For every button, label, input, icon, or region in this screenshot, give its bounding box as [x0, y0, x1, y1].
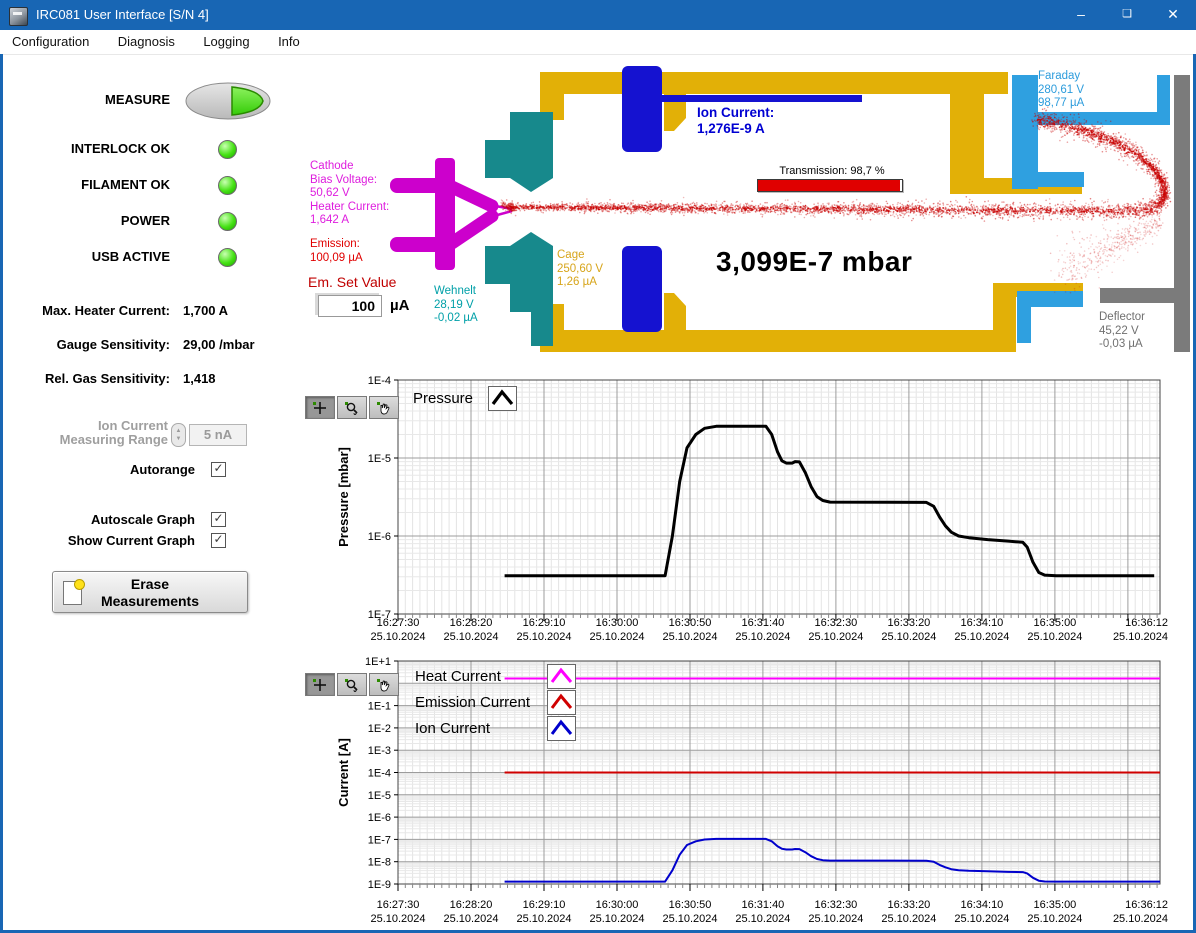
close-icon: ✕	[1167, 6, 1179, 22]
check-icon: ✓	[213, 532, 223, 546]
gauge-sensitivity-label: Gauge Sensitivity:	[0, 337, 170, 352]
measure-toggle[interactable]	[184, 81, 272, 121]
menu-item-diagnosis[interactable]: Diagnosis	[106, 30, 187, 53]
legend-item-heat-current[interactable]: Heat Current	[415, 668, 501, 685]
wehnelt-label: Wehnelt28,19 V -0,02 µA	[434, 285, 478, 326]
autorange-label: Autorange	[0, 462, 195, 477]
current-graph-palette	[305, 673, 399, 696]
legend-item-pressure[interactable]: Pressure	[413, 390, 473, 407]
hand-icon	[376, 678, 392, 692]
maximize-button[interactable]: ❏	[1104, 0, 1150, 30]
usb-active-label: USB ACTIVE	[0, 249, 170, 264]
minimize-button[interactable]: –	[1058, 0, 1104, 30]
magnifier-icon	[344, 401, 360, 415]
faraday-label: Faraday280,61 V 98,77 µA	[1038, 70, 1084, 111]
pressure-readout: 3,099E-7 mbar	[716, 246, 912, 278]
max-heater-current-label: Max. Heater Current:	[0, 303, 170, 318]
app-icon	[9, 7, 28, 26]
cathode-label: CathodeBias Voltage: 50,62 VHeater Curre…	[310, 160, 389, 228]
emission-setpoint-input[interactable]	[318, 295, 382, 317]
measuring-range-stepper: ▲ ▼	[171, 423, 186, 447]
autoscale-graph-checkbox[interactable]: ✓	[211, 512, 226, 527]
zoom-tool-button[interactable]	[337, 396, 367, 419]
deflector-label: Deflector45,22 V -0,03 µA	[1099, 311, 1145, 352]
emission-setpoint-label: Em. Set Value	[308, 276, 396, 290]
ion-current-label: Ion Current:1,276E-9 A	[697, 105, 774, 137]
gauge-schematic: CathodeBias Voltage: 50,62 VHeater Curre…	[302, 54, 1196, 375]
window-title: IRC081 User Interface [S/N 4]	[36, 7, 209, 22]
interlock-ok-label: INTERLOCK OK	[0, 141, 170, 156]
pressure-graph-palette	[305, 396, 399, 419]
crosshair-icon	[312, 678, 328, 692]
autorange-checkbox[interactable]: ✓	[211, 462, 226, 477]
pan-tool-button[interactable]	[369, 673, 399, 696]
legend-item-ion-current[interactable]: Ion Current	[415, 720, 490, 737]
pan-tool-button[interactable]	[369, 396, 399, 419]
filament-ok-led	[218, 176, 237, 195]
cage-label: Cage250,60 V 1,26 µA	[557, 249, 603, 290]
title-bar: IRC081 User Interface [S/N 4] – ❏ ✕	[0, 0, 1196, 30]
cursor-tool-button[interactable]	[305, 396, 335, 419]
check-icon: ✓	[213, 461, 223, 475]
menu-item-configuration[interactable]: Configuration	[0, 30, 101, 53]
show-current-graph-label: Show Current Graph	[0, 533, 195, 548]
measuring-range-label: Ion Current Measuring Range	[0, 419, 168, 447]
close-button[interactable]: ✕	[1150, 0, 1196, 30]
autoscale-graph-label: Autoscale Graph	[0, 512, 195, 527]
measuring-range-field: 5 nA	[189, 424, 247, 446]
transmission-label: Transmission: 98,7 %	[752, 165, 912, 177]
transmission-bar	[757, 179, 903, 192]
menu-item-logging[interactable]: Logging	[191, 30, 261, 53]
crosshair-icon	[312, 401, 328, 415]
gauge-sensitivity-value: 29,00 /mbar	[183, 337, 255, 352]
legend-swatch-ion-current[interactable]	[547, 716, 576, 741]
erase-measurements-button[interactable]: Erase Measurements	[52, 571, 248, 613]
emission-setpoint-unit: µA	[390, 297, 409, 314]
measure-label: MEASURE	[0, 92, 170, 107]
legend-item-emission-current[interactable]: Emission Current	[415, 694, 530, 711]
emission-label: Emission:100,09 µA	[310, 238, 363, 265]
minimize-icon: –	[1077, 6, 1085, 22]
legend-swatch-heat-current[interactable]	[547, 664, 576, 689]
check-icon: ✓	[213, 511, 223, 525]
usb-active-led	[218, 248, 237, 267]
pressure-chart[interactable]: 1E-41E-51E-61E-716:27:3025.10.202416:28:…	[302, 373, 1196, 660]
maximize-icon: ❏	[1122, 8, 1132, 20]
interlock-ok-led	[218, 140, 237, 159]
stepper-down-icon: ▼	[176, 436, 182, 442]
zoom-tool-button[interactable]	[337, 673, 367, 696]
power-led	[218, 212, 237, 231]
power-label: POWER	[0, 213, 170, 228]
menu-item-info[interactable]: Info	[266, 30, 312, 53]
erase-document-icon	[63, 581, 82, 605]
legend-swatch-pressure[interactable]	[488, 386, 517, 411]
max-heater-current-value: 1,700 A	[183, 303, 228, 318]
magnifier-icon	[344, 678, 360, 692]
show-current-graph-checkbox[interactable]: ✓	[211, 533, 226, 548]
rel-gas-sensitivity-label: Rel. Gas Sensitivity:	[0, 371, 170, 386]
cursor-tool-button[interactable]	[305, 673, 335, 696]
transmission-fill	[758, 180, 900, 191]
wehnelt-electrode	[485, 112, 553, 346]
menu-bar: Configuration Diagnosis Logging Info	[0, 30, 1196, 55]
stepper-up-icon: ▲	[176, 428, 182, 434]
hand-icon	[376, 401, 392, 415]
filament-ok-label: FILAMENT OK	[0, 177, 170, 192]
legend-swatch-emission-current[interactable]	[547, 690, 576, 715]
rel-gas-sensitivity-value: 1,418	[183, 371, 216, 386]
